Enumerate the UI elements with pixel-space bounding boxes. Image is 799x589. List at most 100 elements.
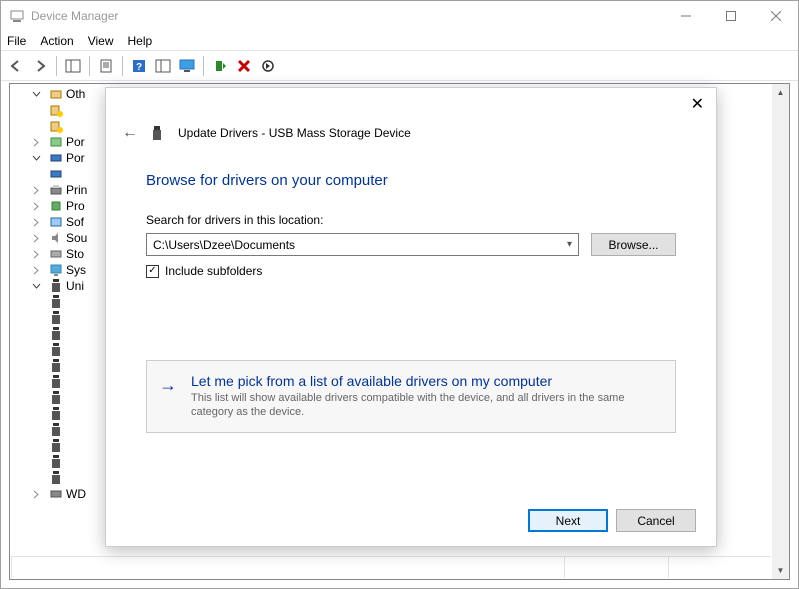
tree-item[interactable]: Sou	[14, 230, 104, 246]
usb-device-icon	[48, 423, 64, 437]
menu-view[interactable]: View	[88, 34, 114, 48]
tree-label: Por	[66, 135, 85, 149]
usb-device-icon	[48, 455, 64, 469]
tree-item[interactable]	[14, 310, 104, 326]
properties-icon[interactable]	[95, 55, 117, 77]
tree-item[interactable]: WD	[14, 486, 104, 502]
tree-item[interactable]	[14, 326, 104, 342]
tree-item[interactable]	[14, 406, 104, 422]
menu-action[interactable]: Action	[40, 34, 73, 48]
browse-button[interactable]: Browse...	[591, 233, 676, 256]
update-drivers-dialog: ✕ ← Update Drivers - USB Mass Storage De…	[105, 87, 717, 547]
tree-item[interactable]	[14, 118, 104, 134]
tree-label: Por	[66, 151, 85, 165]
tree-item[interactable]: Sys	[14, 262, 104, 278]
tree-item[interactable]: Sof	[14, 214, 104, 230]
option-title: Let me pick from a list of available dri…	[191, 373, 659, 389]
checkbox-checked-icon: ✓	[146, 265, 159, 278]
separator	[89, 56, 90, 76]
window-controls	[663, 1, 798, 31]
monitor-icon[interactable]	[176, 55, 198, 77]
tree-item[interactable]	[14, 342, 104, 358]
scan-icon[interactable]	[152, 55, 174, 77]
usb-controller-icon	[48, 279, 64, 293]
tree-item[interactable]	[14, 166, 104, 182]
pick-from-list-option[interactable]: → Let me pick from a list of available d…	[146, 360, 676, 433]
usb-device-icon	[48, 375, 64, 389]
uninstall-icon[interactable]	[233, 55, 255, 77]
collapse-icon[interactable]	[32, 282, 48, 291]
path-value: C:\Users\Dzee\Documents	[153, 238, 295, 252]
expand-icon[interactable]	[32, 202, 48, 211]
tree-label: WD	[66, 487, 86, 501]
tree-item[interactable]	[14, 470, 104, 486]
minimize-button[interactable]	[663, 1, 708, 31]
tree-label: Prin	[66, 183, 87, 197]
tree-label: Sof	[66, 215, 84, 229]
tree-label: Sys	[66, 263, 86, 277]
show-hide-tree-icon[interactable]	[62, 55, 84, 77]
close-icon[interactable]: ✕	[691, 94, 704, 114]
scroll-down-icon[interactable]: ▼	[772, 562, 789, 579]
tree-item[interactable]: Sto	[14, 246, 104, 262]
menu-file[interactable]: File	[7, 34, 26, 48]
help-icon[interactable]: ?	[128, 55, 150, 77]
tree-item[interactable]: Oth	[14, 86, 104, 102]
tree-item[interactable]	[14, 438, 104, 454]
forward-icon[interactable]	[29, 55, 51, 77]
next-button[interactable]: Next	[528, 509, 608, 532]
collapse-icon[interactable]	[32, 154, 48, 163]
cancel-button[interactable]: Cancel	[616, 509, 696, 532]
tree-item[interactable]	[14, 422, 104, 438]
expand-icon[interactable]	[32, 234, 48, 243]
vertical-scrollbar[interactable]: ▲ ▼	[772, 84, 789, 579]
expand-icon[interactable]	[32, 266, 48, 275]
tree-item[interactable]: Uni	[14, 278, 104, 294]
tree-item[interactable]: Por	[14, 150, 104, 166]
warning-device-icon	[48, 119, 64, 133]
dialog-footer: Next Cancel	[528, 509, 696, 532]
status-bar	[11, 556, 771, 578]
device-manager-icon	[9, 8, 25, 24]
option-description: This list will show available drivers co…	[191, 391, 659, 420]
tree-item[interactable]	[14, 374, 104, 390]
ports-icon	[48, 151, 64, 165]
menu-help[interactable]: Help	[128, 34, 153, 48]
other-devices-icon	[48, 87, 64, 101]
separator	[122, 56, 123, 76]
include-subfolders-checkbox[interactable]: ✓ Include subfolders	[146, 264, 676, 278]
close-button[interactable]	[753, 1, 798, 31]
expand-icon[interactable]	[32, 218, 48, 227]
driver-path-combobox[interactable]: C:\Users\Dzee\Documents ▾	[146, 233, 579, 256]
tree-item[interactable]	[14, 390, 104, 406]
expand-icon[interactable]	[32, 490, 48, 499]
tree-item[interactable]	[14, 102, 104, 118]
maximize-button[interactable]	[708, 1, 753, 31]
chevron-down-icon[interactable]: ▾	[567, 239, 572, 250]
tree-item[interactable]	[14, 454, 104, 470]
usb-device-icon	[48, 439, 64, 453]
expand-icon[interactable]	[32, 250, 48, 259]
usb-device-icon	[48, 471, 64, 485]
disable-icon[interactable]	[257, 55, 279, 77]
expand-icon[interactable]	[32, 138, 48, 147]
processor-icon	[48, 199, 64, 213]
search-location-label: Search for drivers in this location:	[146, 213, 676, 227]
update-driver-icon[interactable]	[209, 55, 231, 77]
menubar: File Action View Help	[1, 31, 798, 51]
tree-item[interactable]: Pro	[14, 198, 104, 214]
expand-icon[interactable]	[32, 186, 48, 195]
tree-label: Oth	[66, 87, 85, 101]
dialog-title: Update Drivers - USB Mass Storage Device	[178, 126, 411, 140]
wd-icon	[48, 487, 64, 501]
tree-item[interactable]: Prin	[14, 182, 104, 198]
collapse-icon[interactable]	[32, 90, 48, 99]
scroll-up-icon[interactable]: ▲	[772, 84, 789, 101]
back-arrow-icon[interactable]: ←	[122, 124, 138, 142]
back-icon[interactable]	[5, 55, 27, 77]
tree-item[interactable]: Por	[14, 134, 104, 150]
tree-item[interactable]	[14, 358, 104, 374]
printer-icon	[48, 183, 64, 197]
device-tree[interactable]: Oth Por Por	[14, 86, 104, 502]
tree-item[interactable]	[14, 294, 104, 310]
